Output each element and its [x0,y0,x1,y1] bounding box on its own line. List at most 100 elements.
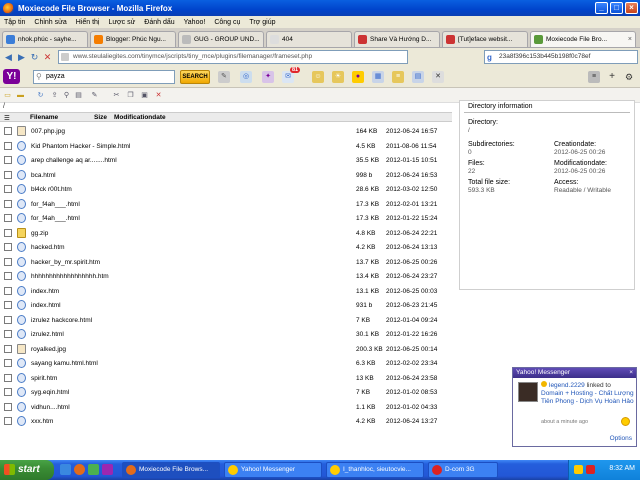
file-row[interactable]: syg.eqin.html 7 KB 2012-01-02 08:53 [0,385,452,400]
file-checkbox[interactable] [4,141,12,150]
pencil-icon[interactable]: ✎ [218,71,230,83]
tab-2[interactable]: Blogger: Phúc Ngu... [90,31,176,47]
file-name[interactable]: vidhun....html [31,404,70,411]
file-row[interactable]: xxx.htm 4.2 KB 2012-06-24 13:27 [0,414,452,429]
file-checkbox[interactable] [4,402,12,411]
column-filename[interactable]: Filename [30,114,58,121]
file-checkbox[interactable] [4,417,12,425]
yahoo-search-button[interactable]: SEARCH [180,70,210,84]
file-row[interactable]: for_f4ah___.html 17.3 KB 2012-02-01 13:21 [0,197,452,212]
file-name[interactable]: syg.eqin.html [31,389,69,396]
new-folder-icon[interactable]: ▬ [16,91,25,100]
file-row[interactable]: arep challenge aq ar........html 35.5 KB 2… [0,153,452,168]
tab-7[interactable]: Moxiecode File Bro... × [530,31,636,47]
app-icon[interactable] [88,464,99,475]
file-row[interactable]: index.htm 13.1 KB 2012-06-25 00:03 [0,284,452,299]
file-checkbox[interactable] [4,156,12,164]
file-checkbox[interactable] [4,170,12,179]
cut-icon[interactable]: ✂ [112,91,121,100]
search-box[interactable]: g 23a8f396c153b445b198f0c78ef [484,50,638,64]
file-checkbox[interactable] [4,272,12,280]
file-name[interactable]: royalked.jpg [31,346,66,353]
menu-help[interactable]: Trợ giúp [249,19,275,26]
flickr-icon[interactable]: ● [352,71,364,83]
file-name[interactable]: izrulez.html [31,331,64,338]
taskbar-button-chat[interactable]: I_thanhloc, sieutocvie... [326,462,424,478]
start-button[interactable]: start [0,460,54,480]
file-checkbox[interactable] [4,228,12,237]
new-file-icon[interactable]: ▭ [3,91,12,100]
menu-view[interactable]: Hiển thị [76,19,100,26]
back-button[interactable]: ◀ [2,51,15,64]
select-all-icon[interactable]: ☰ [4,114,10,122]
file-name[interactable]: hhhhhhhhhhhhhhhhhh.htm [31,273,109,280]
yahoo-logo[interactable]: Y! [3,69,20,84]
refresh-icon[interactable]: ↻ [36,91,45,100]
tab-close-icon[interactable]: × [628,36,632,43]
messenger-icon[interactable]: ☺ [312,71,324,83]
firefox-icon[interactable] [74,464,85,475]
file-name[interactable]: for_f4ah___.html [31,215,80,222]
file-checkbox[interactable] [4,373,12,382]
file-row[interactable]: royalked.jpg 200.3 KB 2012-06-25 00:14 [0,342,452,357]
messenger-tray-icon[interactable] [574,465,583,474]
file-checkbox[interactable] [4,185,12,193]
file-row[interactable]: hacker_by_mr.spirit.htm 13.7 KB 2012-06-25… [0,255,452,270]
file-name[interactable]: spirit.htm [31,375,57,382]
file-row[interactable]: spirit.htm 13 KB 2012-06-24 23:58 [0,371,452,386]
file-row[interactable]: index.html 931 b 2012-06-23 21:45 [0,298,452,313]
column-size[interactable]: Size [94,114,107,121]
gear-icon[interactable]: ⚙ [623,71,635,83]
column-modified[interactable]: Modificationdate [114,114,166,121]
file-name[interactable]: arep challenge aq ar........html [31,157,117,164]
file-checkbox[interactable] [4,330,12,338]
tab-5[interactable]: Share Và Hướng D... [354,31,440,47]
menu-file[interactable]: Tập tin [4,19,25,26]
options-link[interactable]: Options [610,435,632,442]
file-checkbox[interactable] [4,127,12,135]
find-icon[interactable]: ⚲ [62,91,71,100]
url-bar[interactable]: www.steulaliegites.com/tinymce/jscripts/… [58,50,408,64]
file-row[interactable]: hacked.htm 4.2 KB 2012-06-24 13:13 [0,240,452,255]
file-name[interactable]: gg.zip [31,230,48,237]
menu-history[interactable]: Lược sử [108,19,135,26]
menu-edit[interactable]: Chỉnh sửa [34,19,66,26]
file-row[interactable]: for_f4ah___.html 17.3 KB 2012-01-22 15:24 [0,211,452,226]
tab-6[interactable]: [Tut]eface websit... [442,31,528,47]
file-name[interactable]: for_f4ah___.html [31,201,80,208]
desktop-icon[interactable] [60,464,71,475]
file-row[interactable]: sayang kamu.html.html 6.3 KB 2012-02-02 23… [0,356,452,371]
copy-icon[interactable]: ❐ [126,91,135,100]
app-icon[interactable] [102,464,113,475]
menu-tools[interactable]: Công cụ [214,19,240,26]
minimize-button[interactable]: _ [595,2,608,14]
file-name[interactable]: 007.php.jpg [31,128,65,135]
weather-icon[interactable]: ☀ [332,71,344,83]
star-icon[interactable]: ✦ [262,71,274,83]
file-name[interactable]: bca.html [31,172,56,179]
upload-icon[interactable]: ⇪ [50,91,59,100]
taskbar-button-dcom[interactable]: D-com 3G [428,462,498,478]
file-row[interactable]: hhhhhhhhhhhhhhhhhh.htm 13.4 KB 2012-06-24 … [0,269,452,284]
tab-4[interactable]: 404 [266,31,352,47]
zip-icon[interactable]: ▤ [74,91,83,100]
file-checkbox[interactable] [4,301,12,309]
file-checkbox[interactable] [4,286,12,295]
file-row[interactable]: gg.zip 4.8 KB 2012-06-24 22:21 [0,226,452,241]
file-name[interactable]: index.htm [31,288,59,295]
file-row[interactable]: izrulez hackcore.html 7 KB 2012-01-04 09:2… [0,313,452,328]
file-checkbox[interactable] [4,257,12,266]
file-row[interactable]: Kid Phantom Hacker - Simple.html 4.5 KB 20… [0,139,452,154]
paste-icon[interactable]: ▣ [140,91,149,100]
shared-link[interactable]: Domain + Hosting - Chất Lượng Tiên Phong… [541,390,634,405]
stop-button[interactable]: ✕ [41,51,54,64]
yahoo-search-input[interactable]: ⚲ payza [33,70,175,84]
close-icon[interactable]: × [629,368,633,378]
file-name[interactable]: izrulez hackcore.html [31,317,92,324]
file-name[interactable]: index.html [31,302,61,309]
file-name[interactable]: xxx.htm [31,418,53,425]
reload-button[interactable]: ↻ [28,51,41,64]
file-checkbox[interactable] [4,359,12,367]
close-icon[interactable]: ✕ [432,71,444,83]
taskbar-button-firefox[interactable]: Moxiecode File Brows... [122,462,220,478]
